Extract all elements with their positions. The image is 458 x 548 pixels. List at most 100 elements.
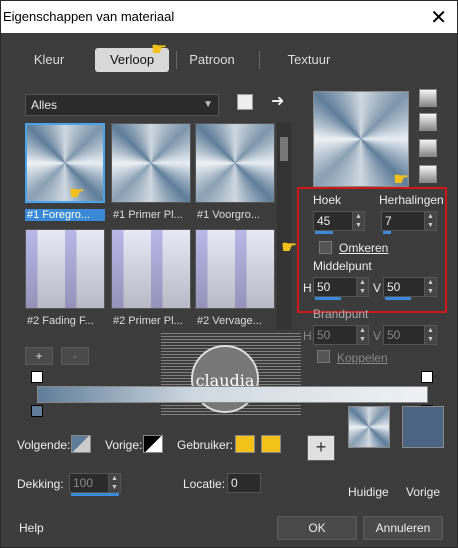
user-color-swatch[interactable]: [235, 435, 255, 453]
gradient-preview-image: [25, 123, 105, 203]
focal-v-value: 50: [387, 328, 401, 342]
spinner-arrows[interactable]: ▲ ▼: [356, 278, 368, 296]
gebruiker-label: Gebruiker:: [177, 438, 234, 452]
repeats-input[interactable]: 7 ▲ ▼: [381, 211, 437, 234]
sunburst-type-button[interactable]: [419, 139, 437, 157]
previous-swatch[interactable]: [402, 406, 444, 448]
link-checkbox[interactable]: [317, 350, 330, 363]
repeats-value: 7: [385, 214, 392, 228]
pointing-hand-icon: ☛: [281, 237, 298, 257]
scrollbar-thumb[interactable]: [280, 137, 288, 161]
gradient-thumb[interactable]: #2 Primer Pl...: [111, 229, 191, 327]
opacity-bar: [71, 493, 119, 496]
ok-button[interactable]: OK: [277, 516, 357, 540]
previous-color-swatch[interactable]: [143, 435, 163, 453]
list-view-icon[interactable]: [237, 94, 253, 110]
spinner-arrows[interactable]: ▲ ▼: [424, 212, 436, 230]
add-stop-button[interactable]: +: [307, 435, 335, 461]
tab-textuur[interactable]: Textuur: [278, 48, 340, 72]
huidige-label: Huidige: [348, 485, 389, 499]
gradient-thumb-caption: #1 Foregro...: [25, 209, 105, 221]
center-h-value: 50: [317, 280, 331, 294]
center-label: Middelpunt: [313, 259, 372, 273]
opacity-value: 100: [73, 476, 94, 490]
gradient-thumb-caption: #2 Primer Pl...: [113, 315, 183, 327]
gradient-thumb[interactable]: #1 Foregro...: [25, 123, 105, 221]
focal-h-label: H: [303, 329, 312, 343]
center-h-label: H: [303, 281, 312, 295]
location-input[interactable]: 0: [227, 473, 261, 493]
rectangular-type-button[interactable]: [419, 113, 437, 131]
top-stop-marker-left[interactable]: [31, 371, 43, 383]
angle-input[interactable]: 45 ▲ ▼: [313, 211, 365, 234]
add-gradient-button[interactable]: +: [25, 347, 53, 365]
close-icon[interactable]: ✕: [430, 5, 447, 30]
center-h-input[interactable]: 50 ▲ ▼: [313, 277, 369, 300]
gradient-thumb[interactable]: #1 Voorgro...: [195, 123, 275, 221]
gradient-thumb-caption: #1 Voorgro...: [197, 209, 260, 221]
remove-gradient-button[interactable]: -: [61, 347, 89, 365]
volgende-label: Volgende:: [17, 438, 71, 452]
angle-value: 45: [317, 214, 331, 228]
user-color-swatch-2[interactable]: [261, 435, 281, 453]
gradient-editor-bar[interactable]: [37, 386, 428, 403]
spinner-arrows[interactable]: ▲ ▼: [352, 212, 364, 230]
gradient-preview-image: [111, 123, 191, 203]
gradient-thumb-caption: #2 Vervage...: [197, 315, 262, 327]
focal-v-input[interactable]: 50 ▲ ▼: [383, 325, 437, 345]
vorige-swatch-label: Vorige: [406, 485, 441, 499]
center-v-label: V: [373, 281, 382, 295]
center-h-bar: [315, 297, 341, 300]
pointing-hand-icon: ☛: [69, 183, 86, 203]
gradient-preview-image: [195, 123, 275, 203]
arrow-right-icon[interactable]: ➜: [271, 91, 284, 111]
gradient-preview-image: [25, 229, 105, 309]
repeats-label: Herhalingen: [379, 193, 444, 207]
gallery-scrollbar[interactable]: [277, 123, 291, 329]
tab-patroon[interactable]: Patroon: [181, 48, 243, 72]
gradient-preview-image: [195, 229, 275, 309]
gradient-thumb[interactable]: #2 Fading F...: [25, 229, 105, 327]
gradient-thumb[interactable]: #2 Vervage...: [195, 229, 275, 327]
next-color-swatch[interactable]: [71, 435, 91, 453]
center-v-input[interactable]: 50 ▲ ▼: [383, 277, 437, 300]
location-value: 0: [231, 476, 238, 490]
bottom-stop-marker-left[interactable]: [31, 405, 43, 417]
location-label: Locatie:: [183, 477, 226, 491]
current-swatch[interactable]: [348, 406, 390, 448]
material-properties-dialog: Eigenschappen van materiaal ✕ Kleur Verl…: [0, 0, 458, 548]
radial-type-button[interactable]: [419, 165, 437, 183]
repeats-bar: [383, 231, 391, 234]
window-title: Eigenschappen van materiaal: [3, 9, 175, 24]
gradient-thumb-caption: #1 Primer Pl...: [113, 209, 183, 221]
spinner-arrows[interactable]: ▲ ▼: [356, 326, 368, 344]
invert-checkbox[interactable]: [319, 241, 332, 254]
focal-v-label: V: [373, 329, 382, 343]
pointing-hand-icon: ☛: [151, 39, 168, 59]
gradient-thumb[interactable]: #1 Primer Pl...: [111, 123, 191, 221]
opacity-label: Dekking:: [17, 477, 64, 491]
tab-kleur[interactable]: Kleur: [19, 48, 79, 72]
title-bar: Eigenschappen van materiaal ✕: [1, 1, 457, 33]
link-label: Koppelen: [337, 351, 388, 365]
category-selected: Alles: [31, 98, 58, 112]
spinner-arrows[interactable]: ▲ ▼: [108, 474, 120, 492]
spinner-arrows[interactable]: ▲ ▼: [424, 326, 436, 344]
spinner-arrows[interactable]: ▲ ▼: [424, 278, 436, 296]
chevron-down-icon: ▼: [203, 99, 213, 110]
focal-h-value: 50: [317, 328, 331, 342]
vorige-label: Vorige:: [105, 438, 143, 452]
cancel-button[interactable]: Annuleren: [363, 516, 443, 540]
center-v-value: 50: [387, 280, 401, 294]
gradient-thumb-caption: #2 Fading F...: [27, 315, 94, 327]
tab-separator: [259, 51, 260, 69]
help-link[interactable]: Help: [19, 521, 44, 535]
invert-label: Omkeren: [339, 241, 389, 255]
category-select[interactable]: Alles ▼: [25, 94, 219, 116]
opacity-input[interactable]: 100 ▲ ▼: [69, 473, 121, 496]
linear-type-button[interactable]: [419, 89, 437, 107]
focal-h-input[interactable]: 50 ▲ ▼: [313, 325, 369, 345]
top-stop-marker-right[interactable]: [421, 371, 433, 383]
angle-bar: [315, 231, 333, 234]
gradient-preview-image: [111, 229, 191, 309]
